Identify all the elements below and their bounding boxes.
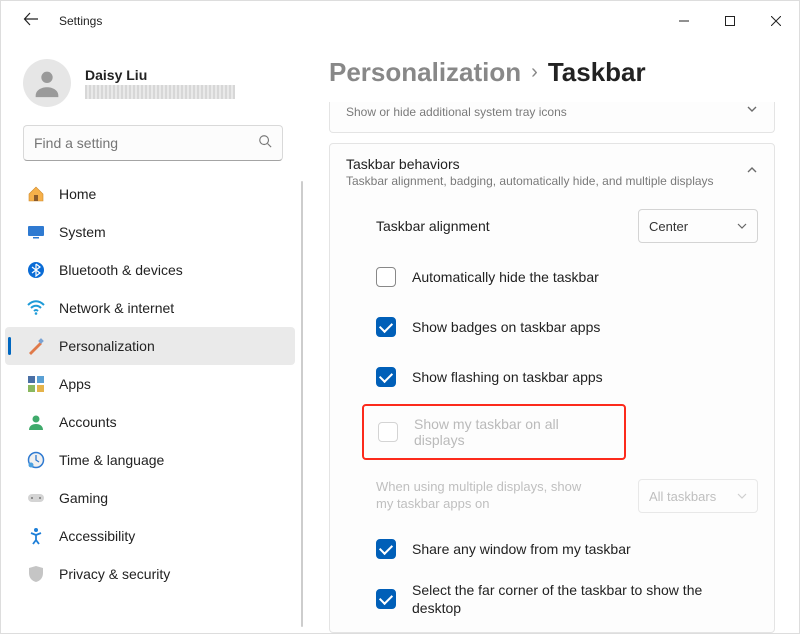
row-show-badges[interactable]: Show badges on taskbar apps xyxy=(376,302,758,352)
sidebar-item-home[interactable]: Home xyxy=(5,175,295,213)
sidebar-item-gaming[interactable]: Gaming xyxy=(5,479,295,517)
breadcrumb-parent[interactable]: Personalization xyxy=(329,57,521,88)
section-header[interactable]: Taskbar behaviors Taskbar alignment, bad… xyxy=(330,144,774,200)
checkbox-all-displays xyxy=(378,422,398,442)
sidebar: Daisy Liu Home System Bl xyxy=(1,41,305,633)
bluetooth-icon xyxy=(27,261,45,279)
accessibility-icon xyxy=(27,527,45,545)
row-label: Show flashing on taskbar apps xyxy=(412,369,603,385)
sidebar-item-label: Privacy & security xyxy=(59,566,170,582)
section-taskbar-behaviors: Taskbar behaviors Taskbar alignment, bad… xyxy=(329,143,775,633)
accounts-icon xyxy=(27,413,45,431)
section-other-tray[interactable]: Show or hide additional system tray icon… xyxy=(329,102,775,133)
checkbox-show-badges[interactable] xyxy=(376,317,396,337)
titlebar: Settings xyxy=(1,1,799,41)
row-far-corner[interactable]: Select the far corner of the taskbar to … xyxy=(376,574,758,624)
row-label: Share any window from my taskbar xyxy=(412,541,631,557)
row-label: Taskbar alignment xyxy=(376,218,490,234)
row-show-flashing[interactable]: Show flashing on taskbar apps xyxy=(376,352,758,402)
search-input[interactable] xyxy=(23,125,283,161)
multi-display-select: All taskbars xyxy=(638,479,758,513)
sidebar-item-label: Bluetooth & devices xyxy=(59,262,183,278)
chevron-down-icon xyxy=(737,221,747,231)
row-label: Automatically hide the taskbar xyxy=(412,269,599,285)
sidebar-item-label: Network & internet xyxy=(59,300,174,316)
search-icon xyxy=(258,134,272,153)
profile[interactable]: Daisy Liu xyxy=(1,59,305,125)
shield-icon xyxy=(27,565,45,583)
sidebar-item-apps[interactable]: Apps xyxy=(5,365,295,403)
row-label: Select the far corner of the taskbar to … xyxy=(412,581,732,617)
sidebar-item-label: Accessibility xyxy=(59,528,135,544)
row-multi-display: When using multiple displays, show my ta… xyxy=(376,468,758,524)
search-field[interactable] xyxy=(34,135,258,151)
row-share-window[interactable]: Share any window from my taskbar xyxy=(376,524,758,574)
sidebar-item-label: Apps xyxy=(59,376,91,392)
sidebar-item-system[interactable]: System xyxy=(5,213,295,251)
sidebar-item-accounts[interactable]: Accounts xyxy=(5,403,295,441)
row-label: Show badges on taskbar apps xyxy=(412,319,600,335)
checkbox-auto-hide[interactable] xyxy=(376,267,396,287)
window-controls xyxy=(661,1,799,41)
row-label: When using multiple displays, show my ta… xyxy=(376,479,586,513)
window-title: Settings xyxy=(59,14,102,28)
checkbox-share-window[interactable] xyxy=(376,539,396,559)
alignment-select[interactable]: Center xyxy=(638,209,758,243)
clock-icon xyxy=(27,451,45,469)
avatar xyxy=(23,59,71,107)
home-icon xyxy=(27,185,45,203)
checkbox-far-corner[interactable] xyxy=(376,589,396,609)
sidebar-item-privacy[interactable]: Privacy & security xyxy=(5,555,295,593)
sidebar-item-label: Personalization xyxy=(59,338,155,354)
main-content: Personalization › Taskbar Show or hide a… xyxy=(305,41,799,633)
chevron-right-icon: › xyxy=(531,61,538,84)
checkbox-show-flashing[interactable] xyxy=(376,367,396,387)
chevron-up-icon xyxy=(746,163,758,181)
row-taskbar-alignment: Taskbar alignment Center xyxy=(376,200,758,252)
row-all-displays-highlighted: Show my taskbar on all displays xyxy=(362,404,626,460)
sidebar-item-personalization[interactable]: Personalization xyxy=(5,327,295,365)
wifi-icon xyxy=(27,299,45,317)
row-label: Show my taskbar on all displays xyxy=(414,416,610,448)
sidebar-item-label: Time & language xyxy=(59,452,164,468)
sidebar-item-time[interactable]: Time & language xyxy=(5,441,295,479)
sidebar-item-label: Accounts xyxy=(59,414,117,430)
nav: Home System Bluetooth & devices Network … xyxy=(1,175,305,633)
close-button[interactable] xyxy=(753,1,799,41)
minimize-button[interactable] xyxy=(661,1,707,41)
apps-icon xyxy=(27,375,45,393)
sidebar-item-label: Gaming xyxy=(59,490,108,506)
sidebar-item-bluetooth[interactable]: Bluetooth & devices xyxy=(5,251,295,289)
system-icon xyxy=(27,223,45,241)
maximize-button[interactable] xyxy=(707,1,753,41)
sidebar-item-network[interactable]: Network & internet xyxy=(5,289,295,327)
sidebar-item-label: Home xyxy=(59,186,96,202)
chevron-down-icon xyxy=(737,491,747,501)
section-subtitle: Taskbar alignment, badging, automaticall… xyxy=(346,174,714,188)
section-subtitle: Show or hide additional system tray icon… xyxy=(346,105,567,119)
personalization-icon xyxy=(27,337,45,355)
back-icon[interactable] xyxy=(23,11,39,32)
profile-email-redacted xyxy=(85,85,235,99)
chevron-down-icon xyxy=(746,102,758,120)
breadcrumb: Personalization › Taskbar xyxy=(329,57,775,88)
gaming-icon xyxy=(27,489,45,507)
breadcrumb-current: Taskbar xyxy=(548,57,646,88)
sidebar-item-accessibility[interactable]: Accessibility xyxy=(5,517,295,555)
sidebar-item-label: System xyxy=(59,224,106,240)
profile-name: Daisy Liu xyxy=(85,67,235,83)
row-auto-hide[interactable]: Automatically hide the taskbar xyxy=(376,252,758,302)
section-title: Taskbar behaviors xyxy=(346,156,714,172)
